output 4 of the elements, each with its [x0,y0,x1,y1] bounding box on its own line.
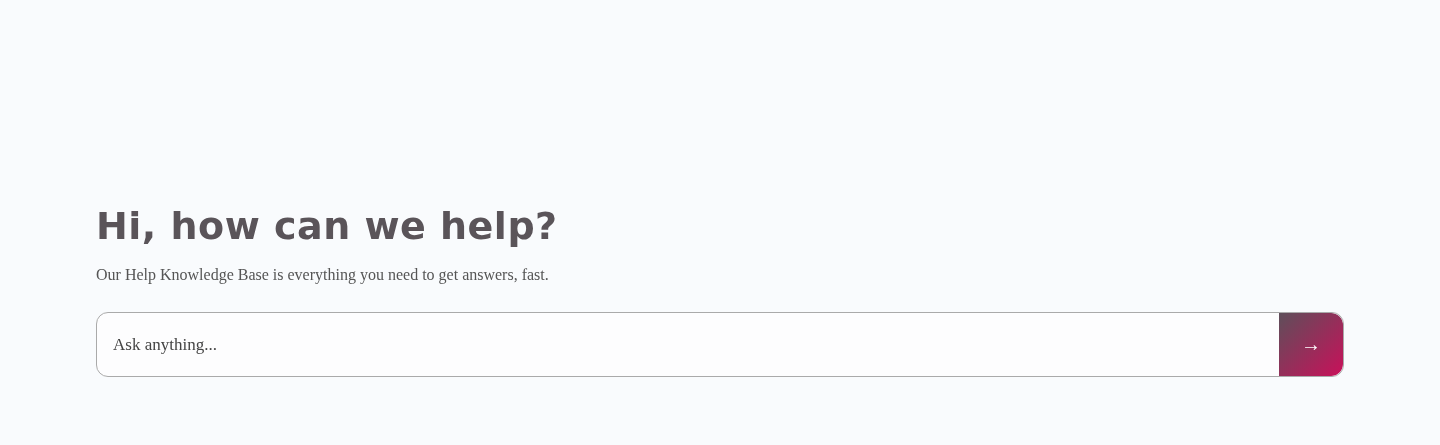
search-field[interactable]: Ask anything... → [96,312,1344,377]
page-heading: Hi, how can we help? [96,203,559,250]
submit-button[interactable]: → [1279,313,1343,376]
page-subtitle: Our Help Knowledge Base is everything you need to get answers, fast. [96,265,550,286]
